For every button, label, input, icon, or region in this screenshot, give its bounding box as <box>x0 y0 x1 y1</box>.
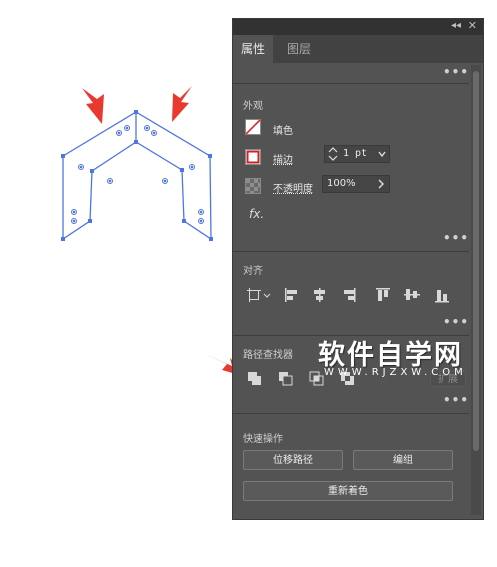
fill-label: 填色 <box>273 126 293 137</box>
unite-icon <box>248 372 261 385</box>
intersect-icon <box>309 371 324 386</box>
align-left-icon <box>285 288 297 302</box>
close-icon[interactable]: ✕ <box>468 19 477 32</box>
pathfinder-more-button[interactable]: ••• <box>443 393 469 407</box>
scrollbar-thumb[interactable] <box>473 71 479 451</box>
opacity-value[interactable]: 100% <box>327 178 356 189</box>
divider <box>233 413 469 414</box>
align-icons-row <box>247 288 449 303</box>
align-section-title: 对齐 <box>243 266 263 277</box>
appearance-more-button[interactable]: ••• <box>443 231 469 245</box>
stroke-swatch-icon[interactable] <box>245 149 261 165</box>
path-anchor-points[interactable] <box>61 110 213 241</box>
panel-tabs: 属性 图层 <box>233 35 483 63</box>
properties-panel: ◂◂ ✕ 属性 图层 ••• 外观 填色 描边 不透明度 fx. ••• 对齐 <box>232 18 484 520</box>
align-to-selection-icon <box>247 288 271 302</box>
collapse-icon[interactable]: ◂◂ <box>451 20 461 31</box>
fill-swatch-none-icon[interactable] <box>245 119 261 135</box>
opacity-label[interactable]: 不透明度 <box>273 180 313 195</box>
align-bottom-icon <box>435 290 449 303</box>
annotation-arrow-left <box>82 88 104 124</box>
group-button[interactable]: 编组 <box>353 450 453 470</box>
selected-path-shape[interactable] <box>62 111 212 241</box>
minus-front-icon <box>279 372 293 386</box>
tab-layers[interactable]: 图层 <box>279 35 319 63</box>
stroke-weight-value[interactable]: 1 pt <box>343 148 367 159</box>
watermark-url: WWW.RJZXW.COM <box>324 367 467 378</box>
annotation-arrow-right <box>172 86 192 122</box>
opacity-input[interactable]: 100% <box>322 175 390 193</box>
panel-title-bar[interactable]: ◂◂ ✕ <box>233 19 483 35</box>
divider <box>233 251 469 252</box>
quick-actions-section-title: 快速操作 <box>243 434 283 445</box>
align-right-icon <box>344 288 356 302</box>
stroke-weight-stepper[interactable]: 1 pt <box>324 145 390 163</box>
chevron-right-icon[interactable] <box>377 179 385 189</box>
align-horizontal-center-icon <box>314 288 325 302</box>
more-options-button[interactable]: ••• <box>443 65 469 79</box>
align-top-icon <box>376 288 390 301</box>
recolor-button[interactable]: 重新着色 <box>243 481 453 501</box>
stroke-label[interactable]: 描边 <box>273 151 293 166</box>
align-vertical-center-icon <box>404 289 420 300</box>
opacity-checker-icon <box>245 178 261 194</box>
pathfinder-section-title: 路径查找器 <box>243 350 293 361</box>
stepper-arrows-icon[interactable] <box>328 147 338 161</box>
tab-label: 属性 <box>241 42 266 56</box>
fx-effects-button[interactable]: fx. <box>249 207 264 221</box>
align-more-button[interactable]: ••• <box>443 315 469 329</box>
offset-path-button[interactable]: 位移路径 <box>243 450 343 470</box>
tab-properties[interactable]: 属性 <box>233 35 274 63</box>
appearance-section-title: 外观 <box>243 101 263 112</box>
tab-label: 图层 <box>287 42 312 56</box>
divider <box>233 83 469 84</box>
chevron-down-icon[interactable] <box>378 150 386 158</box>
